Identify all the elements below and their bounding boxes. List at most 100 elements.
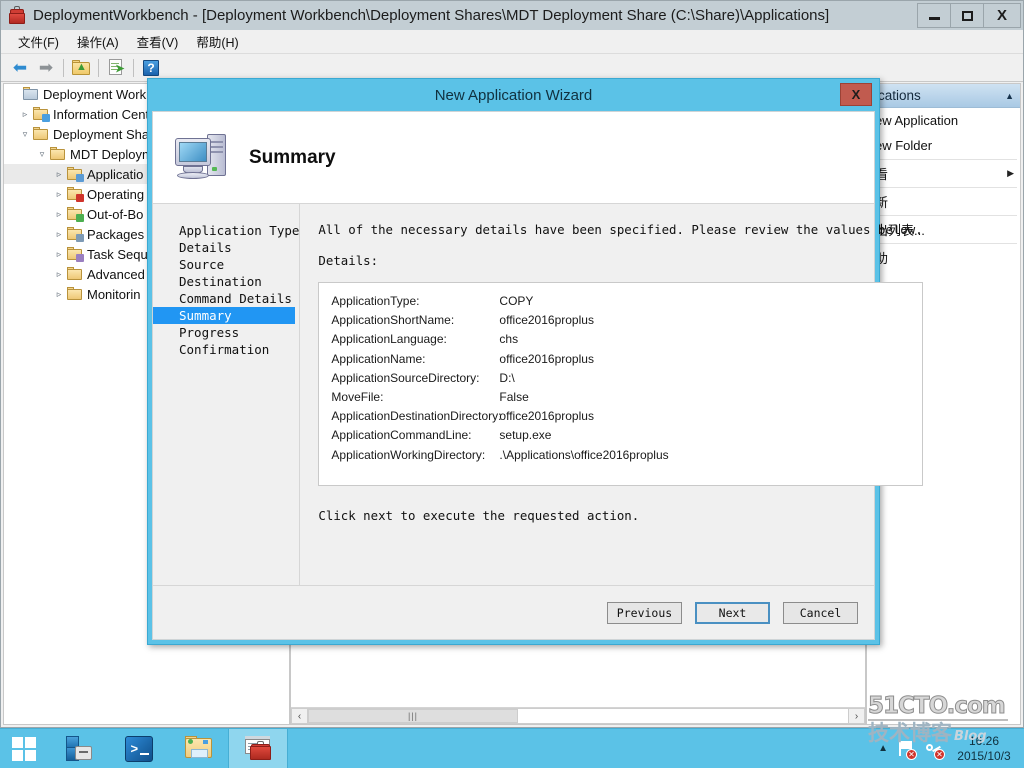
deployment-shares-icon xyxy=(32,127,49,141)
wizard-body: Summary Application Type Details Source … xyxy=(152,111,923,640)
tree-expander[interactable]: ▿ xyxy=(35,149,49,160)
file-explorer-icon xyxy=(184,736,214,761)
action-label: ew Application xyxy=(875,113,959,128)
menu-item-file[interactable]: 文件(F) xyxy=(9,29,68,54)
actions-divider xyxy=(870,187,1017,188)
minimize-button[interactable] xyxy=(917,3,951,28)
previous-button[interactable]: Previous xyxy=(607,601,682,624)
tree-expander[interactable]: ▿ xyxy=(18,129,32,140)
tree-item-label: Task Sequ xyxy=(87,246,148,262)
detail-value: office2016proplus xyxy=(499,351,594,366)
screen-root: DeploymentWorkbench - [Deployment Workbe… xyxy=(0,0,1024,768)
help-button[interactable]: ? xyxy=(138,56,164,80)
restore-button[interactable] xyxy=(950,3,984,28)
detail-key: ApplicationLanguage: xyxy=(331,332,447,347)
wizard-step-application-type[interactable]: Application Type xyxy=(153,222,299,239)
detail-row: ApplicationSourceDirectory: D:\ xyxy=(331,369,909,388)
cancel-button[interactable]: Cancel xyxy=(783,601,858,624)
tree-item-label: MDT Deploym xyxy=(70,146,153,162)
taskbar-item-server-manager[interactable] xyxy=(48,729,108,768)
detail-value: .\Applications\office2016proplus xyxy=(499,447,669,462)
wizard-step-command-details[interactable]: Command Details xyxy=(153,290,299,307)
error-badge-icon: ✕ xyxy=(906,748,917,760)
summary-details-box: ApplicationType: COPY ApplicationShortNa… xyxy=(318,282,923,486)
wizard-step-details[interactable]: Details xyxy=(153,239,299,256)
scroll-left-arrow-icon[interactable]: ‹ xyxy=(291,708,308,724)
taskbar-item-file-explorer[interactable] xyxy=(168,729,228,768)
detail-key: ApplicationType: xyxy=(331,294,420,308)
next-button[interactable]: Next xyxy=(695,601,770,624)
back-arrow-icon: ⬅ xyxy=(12,58,28,77)
actions-pane-title: ications xyxy=(875,88,921,103)
information-center-icon xyxy=(32,107,50,122)
flag-notification-icon[interactable]: ✕ xyxy=(896,739,917,760)
tree-expander[interactable]: ▹ xyxy=(52,169,66,180)
wizard-step-progress[interactable]: Progress xyxy=(153,324,299,341)
taskbar-item-powershell[interactable]: > xyxy=(108,729,168,768)
out-of-box-drivers-icon xyxy=(66,207,84,222)
tree-expander[interactable]: ▹ xyxy=(52,289,66,300)
tree-item-label: Advanced xyxy=(87,266,145,282)
scroll-right-arrow-icon[interactable]: › xyxy=(848,708,865,724)
detail-value: office2016proplus xyxy=(499,313,594,328)
start-button[interactable] xyxy=(0,729,48,768)
detail-value: False xyxy=(499,389,529,404)
wizard-step-summary[interactable]: Summary xyxy=(153,307,296,324)
tree-expander[interactable]: ▹ xyxy=(18,109,32,120)
taskbar: > ▲ ✕ ✕ 16:26 2015/10/3 xyxy=(0,728,1024,768)
detail-value: setup.exe xyxy=(499,428,552,443)
scrollbar-thumb[interactable]: ||| xyxy=(308,709,518,723)
detail-key: ApplicationWorkingDirectory: xyxy=(331,447,486,462)
toolbar-separator xyxy=(133,58,134,77)
clock[interactable]: 16:26 2015/10/3 xyxy=(952,734,1016,764)
menu-item-view[interactable]: 查看(V) xyxy=(128,29,188,54)
tree-item-label: Information Cent xyxy=(53,106,150,122)
action-view[interactable]: 看 ▶ xyxy=(867,161,1020,186)
chevron-up-icon[interactable]: ▲ xyxy=(1005,91,1014,101)
show-hidden-icons-icon[interactable]: ▲ xyxy=(878,743,888,754)
window-controls: X xyxy=(917,3,1021,28)
tree-expander[interactable]: ▹ xyxy=(52,249,66,260)
wizard-step-source[interactable]: Source xyxy=(153,256,299,273)
scrollbar-track[interactable]: ||| xyxy=(308,708,848,724)
action-new-folder[interactable]: ew Folder xyxy=(867,133,1020,158)
actions-pane-header[interactable]: ications ▲ xyxy=(867,84,1020,108)
tree-item-label: Applicatio xyxy=(87,166,144,182)
menu-item-help[interactable]: 帮助(H) xyxy=(187,29,247,54)
export-list-icon: ➤ xyxy=(108,59,125,76)
actions-divider xyxy=(870,159,1017,160)
tree-expander[interactable]: ▹ xyxy=(52,229,66,240)
powershell-icon: > xyxy=(124,735,153,762)
wizard-titlebar: New Application Wizard X xyxy=(148,79,879,111)
wizard-step-confirmation[interactable]: Confirmation xyxy=(153,341,299,358)
tree-item-label: Packages xyxy=(87,226,145,242)
tree-item-label: Deployment Workb xyxy=(43,86,154,102)
operating-systems-icon xyxy=(66,187,84,202)
tree-expander[interactable]: ▹ xyxy=(52,209,66,220)
wizard-main: Application Type Details Source Destinat… xyxy=(153,204,923,585)
detail-key: ApplicationShortName: xyxy=(331,313,455,328)
network-icon[interactable]: ✕ xyxy=(924,739,945,760)
windows-logo-icon xyxy=(12,736,36,761)
wizard-step-destination[interactable]: Destination xyxy=(153,273,299,290)
wizard-content: All of the necessary details have been s… xyxy=(300,204,940,585)
detail-row: ApplicationLanguage: chs xyxy=(331,330,909,349)
horizontal-scrollbar[interactable]: ‹ ||| › xyxy=(291,707,865,724)
tree-item-label: Out-of-Bo xyxy=(87,206,144,222)
action-new-application[interactable]: ew Application xyxy=(867,108,1020,133)
back-button[interactable]: ⬅ xyxy=(7,56,33,80)
advanced-configuration-icon xyxy=(66,267,83,281)
menu-item-action[interactable]: 操作(A) xyxy=(68,29,128,54)
applications-icon xyxy=(66,167,84,182)
tree-expander[interactable]: ▹ xyxy=(52,269,66,280)
wizard-footer-note: Click next to execute the requested acti… xyxy=(318,508,640,523)
tree-expander[interactable]: ▹ xyxy=(52,189,66,200)
wizard-close-button[interactable]: X xyxy=(840,83,872,106)
forward-button[interactable]: ➡ xyxy=(33,56,59,80)
window-title: DeploymentWorkbench - [Deployment Workbe… xyxy=(33,7,830,24)
taskbar-item-deployment-workbench[interactable] xyxy=(228,729,288,768)
close-button[interactable]: X xyxy=(983,3,1021,28)
export-list-button[interactable]: ➤ xyxy=(103,56,129,80)
up-folder-button[interactable]: ▲ xyxy=(68,56,94,80)
toolbar-separator xyxy=(63,58,64,77)
